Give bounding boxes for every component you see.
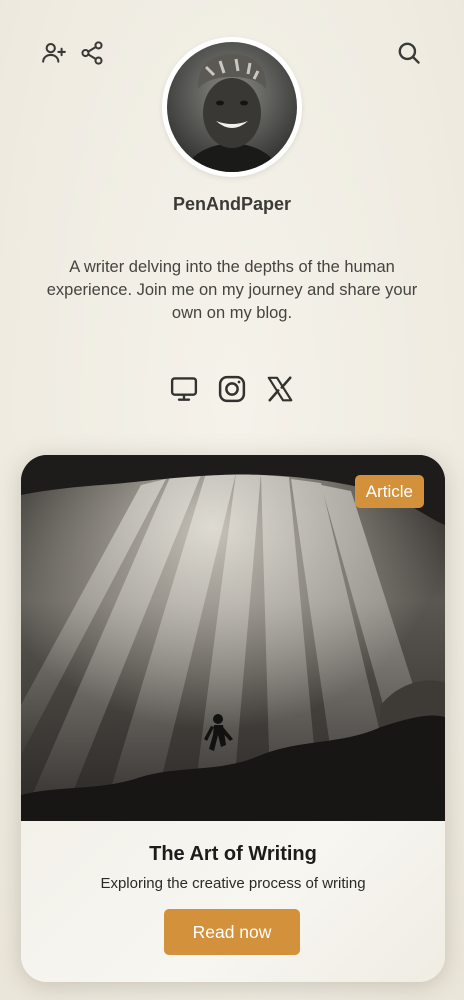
- add-friend-button[interactable]: [39, 38, 69, 68]
- share-button[interactable]: [77, 38, 107, 68]
- instagram-icon: [218, 375, 246, 403]
- article-card[interactable]: Article The Art of Writing Exploring the…: [21, 455, 445, 982]
- x-icon: [267, 376, 293, 402]
- card-body: The Art of Writing Exploring the creativ…: [21, 821, 445, 982]
- monitor-icon: [170, 377, 198, 401]
- social-links: [0, 373, 464, 405]
- read-now-button[interactable]: Read now: [164, 909, 300, 955]
- article-cover-image: [21, 455, 445, 821]
- profile-photo: [162, 37, 302, 177]
- username: PenAndPaper: [172, 194, 292, 214]
- bio-text: A writer delving into the depths of the …: [46, 258, 418, 322]
- share-icon: [81, 41, 103, 65]
- search-button[interactable]: [394, 38, 424, 68]
- instagram-link[interactable]: [216, 373, 248, 405]
- article-title: The Art of Writing: [149, 843, 317, 865]
- article-badge: Article: [354, 475, 424, 508]
- website-link[interactable]: [168, 373, 200, 405]
- avatar: [162, 37, 302, 177]
- user-plus-icon: [42, 42, 66, 63]
- search-icon: [398, 42, 420, 64]
- x-link[interactable]: [264, 373, 296, 405]
- article-subtitle: Exploring the creative process of writin…: [100, 875, 366, 892]
